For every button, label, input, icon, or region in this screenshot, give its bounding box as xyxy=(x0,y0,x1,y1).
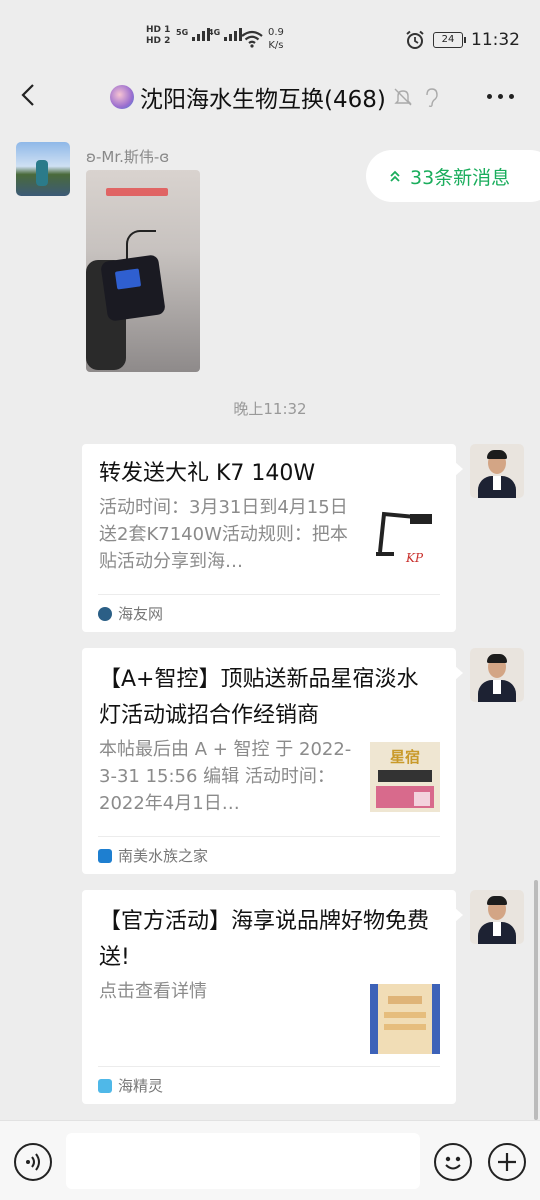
card-thumbnail: KP xyxy=(370,504,440,574)
card-source: 海精灵 xyxy=(98,1066,440,1104)
input-bar xyxy=(0,1120,540,1200)
thumbnail-text: 星宿 xyxy=(390,748,420,766)
card-source: 南美水族之家 xyxy=(98,836,440,874)
back-icon[interactable] xyxy=(18,82,40,108)
source-icon xyxy=(98,1078,112,1093)
voice-icon xyxy=(26,1153,40,1171)
link-card[interactable]: 【官方活动】海享说品牌好物免费送! 点击查看详情 海精灵 xyxy=(82,890,463,1104)
sender-name: ʚ-Mr.斯伟-ɞ xyxy=(86,148,170,166)
card-description: 点击查看详情 xyxy=(99,981,207,1002)
smiley-icon xyxy=(445,1156,461,1170)
message-input[interactable] xyxy=(66,1133,420,1189)
mute-bell-icon xyxy=(394,88,412,106)
card-thumbnail: 星宿 xyxy=(370,742,440,812)
card-title: 转发送大礼 K7 140W xyxy=(99,461,316,486)
my-avatar[interactable] xyxy=(470,890,524,944)
message-timestamp: 晚上11:32 xyxy=(233,400,307,418)
earpiece-icon xyxy=(426,88,438,108)
plus-icon xyxy=(498,1153,516,1171)
source-name: 海友网 xyxy=(118,605,164,623)
my-avatar[interactable] xyxy=(470,648,524,702)
alarm-icon xyxy=(406,30,424,49)
network-speed: 0.9 K/s xyxy=(268,27,284,51)
new-messages-button[interactable]: 33条新消息 xyxy=(366,150,540,202)
chat-area[interactable]: ʚ-Mr.斯伟-ɞ 33条新消息 晚上11:32 转发送大礼 K7 140W 活… xyxy=(0,122,540,1120)
card-description: 活动时间：3月31日到4月15日送2套K7140W活动规则：把本贴活动分享到海… xyxy=(99,497,348,572)
new-messages-label: 33条新消息 xyxy=(410,166,511,189)
card-title: 【官方活动】海享说品牌好物免费送! xyxy=(99,909,430,970)
status-bar: HD 1 HD 2 5G 4G 0.9 K/s 24 11:32 xyxy=(0,0,540,70)
card-description: 本帖最后由 A + 智控 于 2022-3-31 15:56 编辑 活动时间：2… xyxy=(99,739,352,814)
signal-icon-2: 4G xyxy=(208,28,243,41)
chat-title: 沈阳海水生物互换(468) xyxy=(140,87,386,113)
clock: 11:32 xyxy=(471,30,520,50)
emoji-button[interactable] xyxy=(434,1143,472,1181)
source-icon xyxy=(98,848,112,863)
title-bar: 沈阳海水生物互换(468) xyxy=(0,70,540,122)
group-emoji-icon xyxy=(110,85,134,109)
more-actions-button[interactable] xyxy=(488,1143,526,1181)
link-card[interactable]: 【A+智控】顶贴送新品星宿淡水灯活动诚招合作经销商 本帖最后由 A + 智控 于… xyxy=(82,648,463,874)
wifi-icon xyxy=(241,30,263,48)
scrollbar[interactable] xyxy=(534,880,538,1120)
card-source: 海友网 xyxy=(98,594,440,632)
voice-input-button[interactable] xyxy=(14,1143,52,1181)
link-card[interactable]: 转发送大礼 K7 140W 活动时间：3月31日到4月15日送2套K7140W活… xyxy=(82,444,463,632)
source-icon xyxy=(98,606,112,621)
svg-text:KP: KP xyxy=(405,551,424,565)
double-chevron-up-icon xyxy=(390,170,400,182)
my-avatar[interactable] xyxy=(470,444,524,498)
signal-icon: 5G xyxy=(176,28,211,41)
source-name: 南美水族之家 xyxy=(118,847,209,865)
hd-indicator: HD 1 HD 2 xyxy=(146,25,171,46)
more-options-button[interactable] xyxy=(487,94,514,99)
image-message[interactable] xyxy=(86,170,200,372)
card-title: 【A+智控】顶贴送新品星宿淡水灯活动诚招合作经销商 xyxy=(99,667,419,728)
card-thumbnail xyxy=(370,984,440,1054)
battery-icon: 24 xyxy=(433,32,466,48)
source-name: 海精灵 xyxy=(118,1077,164,1095)
sender-avatar[interactable] xyxy=(16,142,70,196)
